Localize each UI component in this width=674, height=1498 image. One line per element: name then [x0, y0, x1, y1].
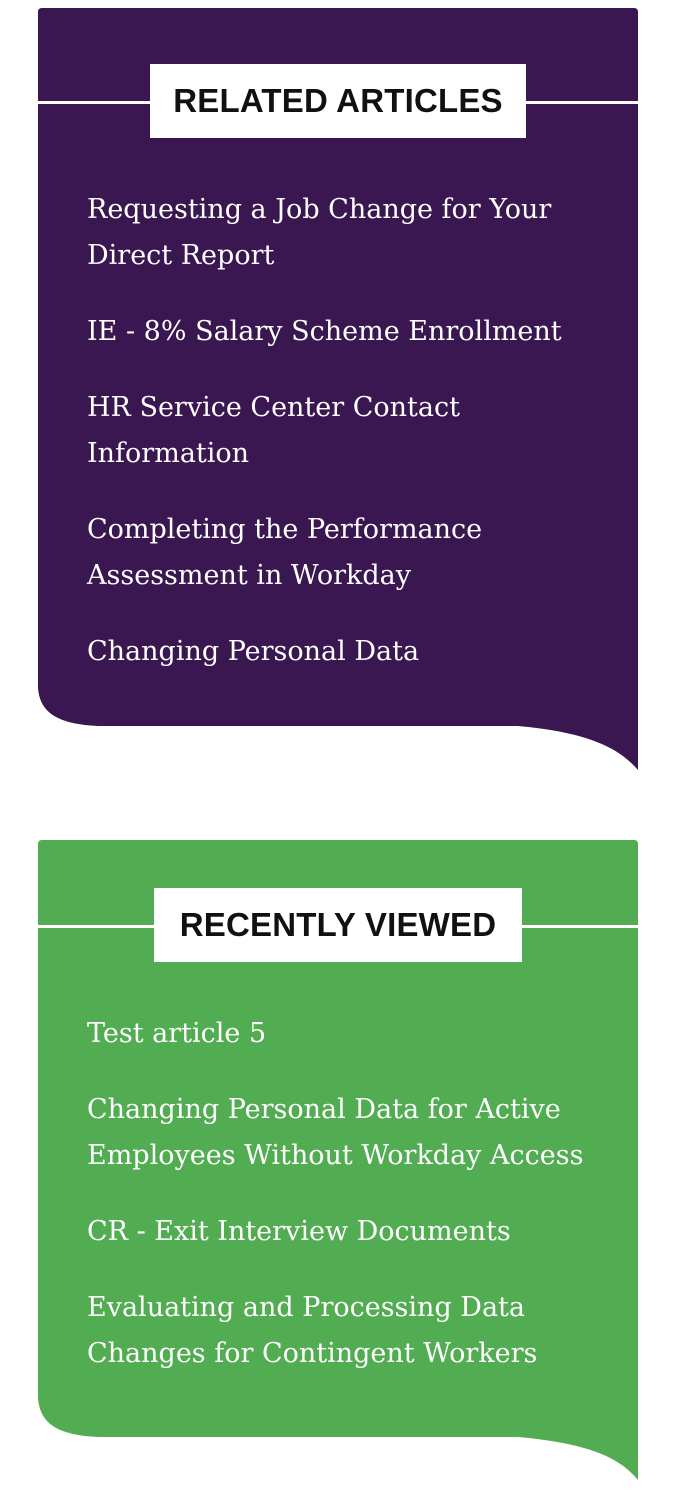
related-article-link[interactable]: Changing Personal Data [87, 629, 607, 675]
related-article-link[interactable]: IE - 8% Salary Scheme Enrollment [87, 309, 607, 355]
recently-viewed-panel: RECENTLY VIEWED Test article 5 Changing … [38, 840, 638, 1482]
recently-viewed-link[interactable]: CR - Exit Interview Documents [87, 1209, 607, 1255]
related-article-link[interactable]: HR Service Center Contact Information [87, 385, 607, 477]
recently-viewed-link[interactable]: Test article 5 [87, 1011, 607, 1057]
related-articles-list: Requesting a Job Change for Your Direct … [87, 187, 607, 705]
related-article-link[interactable]: Requesting a Job Change for Your Direct … [87, 187, 607, 279]
related-articles-panel: RELATED ARTICLES Requesting a Job Change… [38, 8, 638, 772]
recently-viewed-link[interactable]: Changing Personal Data for Active Employ… [87, 1087, 607, 1179]
recently-viewed-list: Test article 5 Changing Personal Data fo… [87, 1011, 607, 1407]
recently-viewed-title: RECENTLY VIEWED [154, 888, 522, 962]
related-articles-title: RELATED ARTICLES [150, 64, 526, 138]
related-article-link[interactable]: Completing the Performance Assessment in… [87, 507, 607, 599]
recently-viewed-link[interactable]: Evaluating and Processing Data Changes f… [87, 1285, 607, 1377]
